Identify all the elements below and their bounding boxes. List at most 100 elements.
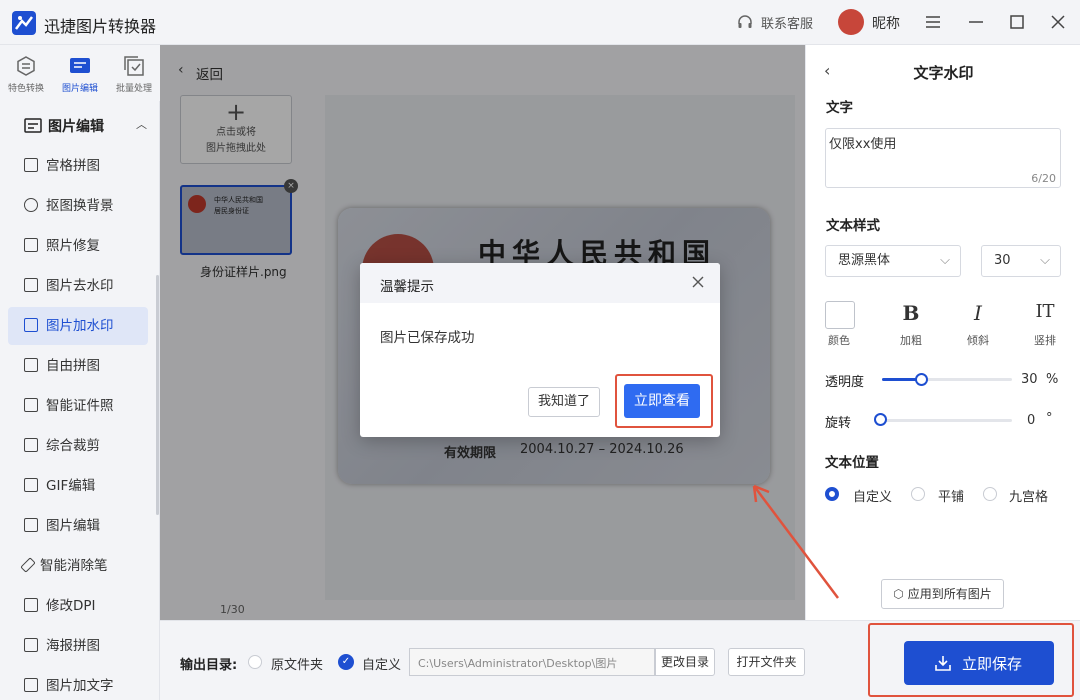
sidebar-item-label: 智能证件照 <box>46 398 114 414</box>
avatar[interactable] <box>838 9 864 35</box>
menu-icon[interactable] <box>925 15 941 29</box>
color-swatch-icon <box>825 301 855 329</box>
sidebar-item-grid-collage[interactable]: 宫格拼图 <box>8 147 148 185</box>
sidebar-item-crop[interactable]: 综合裁剪 <box>8 427 148 465</box>
tab-batch[interactable]: 批量处理 <box>108 55 160 94</box>
batch-icon <box>124 56 144 76</box>
rotation-slider[interactable] <box>882 419 1012 422</box>
download-icon <box>935 656 951 671</box>
sidebar-section-header[interactable]: 图片编辑 ︿ <box>24 115 154 137</box>
opacity-unit: % <box>1046 372 1059 387</box>
dialog-close-icon[interactable] <box>692 276 704 288</box>
sidebar: 图片编辑 ︿ 宫格拼图 抠图换背景 照片修复 图片去水印 图片加水印 自由拼图 … <box>0 101 160 700</box>
sidebar-item-label: 综合裁剪 <box>46 438 100 454</box>
poster-icon <box>24 638 38 652</box>
dialog-ok-button[interactable]: 我知道了 <box>528 387 600 417</box>
dialog-title: 温馨提示 <box>380 279 434 295</box>
sidebar-item-label: 智能消除笔 <box>40 558 108 574</box>
output-custom-label: 自定义 <box>362 658 402 673</box>
watermark-text-input[interactable]: 仅限xx使用 6/20 <box>825 128 1061 188</box>
gif-icon <box>24 478 38 492</box>
close-window-icon[interactable] <box>1051 15 1065 29</box>
minimize-icon[interactable] <box>968 15 984 29</box>
open-folder-button[interactable]: 打开文件夹 <box>728 648 805 676</box>
color-button[interactable]: 颜色 <box>825 301 855 347</box>
opacity-slider-knob[interactable] <box>915 373 928 386</box>
bold-icon: B <box>902 301 920 325</box>
sidebar-item-image-edit[interactable]: 图片编辑 <box>8 507 148 545</box>
vertical-text-label: 竖排 <box>1034 334 1056 347</box>
font-value: 思源黑体 <box>838 253 891 268</box>
sidebar-item-cutout[interactable]: 抠图换背景 <box>8 187 148 225</box>
sidebar-item-id-photo[interactable]: 智能证件照 <box>8 387 148 425</box>
grid-icon <box>24 158 38 172</box>
sidebar-item-photo-repair[interactable]: 照片修复 <box>8 227 148 265</box>
sidebar-item-eraser[interactable]: 智能消除笔 <box>8 547 148 585</box>
change-dir-button[interactable]: 更改目录 <box>655 648 715 676</box>
watermark-text-value: 仅限xx使用 <box>829 137 897 152</box>
italic-label: 倾斜 <box>967 334 989 347</box>
sidebar-item-gif-edit[interactable]: GIF编辑 <box>8 467 148 505</box>
bottom-bar: 输出目录: 原文件夹 ✓ 自定义 C:\Users\Administrator\… <box>160 620 1080 700</box>
image-icon <box>24 518 38 532</box>
remove-watermark-icon <box>24 278 38 292</box>
position-tile-label: 平铺 <box>938 490 965 505</box>
save-now-button[interactable]: 立即保存 <box>904 641 1054 685</box>
position-label: 文本位置 <box>825 455 879 471</box>
color-label: 颜色 <box>828 334 850 347</box>
bold-label: 加粗 <box>900 334 922 347</box>
add-text-icon <box>24 678 38 692</box>
dpi-icon <box>24 598 38 612</box>
position-radio-tile[interactable] <box>911 487 925 501</box>
rotation-slider-knob[interactable] <box>874 413 887 426</box>
position-custom-label: 自定义 <box>853 490 893 505</box>
left-mode-tabs: 特色转换 图片编辑 批量处理 <box>0 45 160 101</box>
tab-image-edit[interactable]: 图片编辑 <box>54 55 106 94</box>
apply-to-all-button[interactable]: ⬡ 应用到所有图片 <box>881 579 1004 609</box>
output-radio-custom-checked[interactable]: ✓ <box>338 654 354 670</box>
save-now-label: 立即保存 <box>962 655 1023 673</box>
output-original-label: 原文件夹 <box>271 658 324 673</box>
sidebar-item-remove-watermark[interactable]: 图片去水印 <box>8 267 148 305</box>
free-collage-icon <box>24 358 38 372</box>
add-watermark-icon <box>24 318 38 332</box>
view-now-button[interactable]: 立即查看 <box>624 384 700 418</box>
style-label: 文本样式 <box>826 218 880 234</box>
sidebar-item-label: 自由拼图 <box>46 358 100 374</box>
output-radio-original[interactable] <box>248 655 262 669</box>
output-path-input[interactable]: C:\Users\Administrator\Desktop\图片 <box>409 648 655 676</box>
cutout-icon <box>24 198 38 212</box>
sidebar-section-title: 图片编辑 <box>48 119 104 135</box>
text-label: 文字 <box>826 100 853 116</box>
vertical-text-icon: IT <box>1035 301 1055 322</box>
tab-feature-convert[interactable]: 特色转换 <box>0 55 52 94</box>
image-edit-section-icon <box>24 118 42 133</box>
sidebar-item-label: 图片加水印 <box>46 318 114 334</box>
sidebar-item-dpi[interactable]: 修改DPI <box>8 587 148 625</box>
sidebar-item-free-collage[interactable]: 自由拼图 <box>8 347 148 385</box>
maximize-icon[interactable] <box>1010 15 1024 29</box>
italic-button[interactable]: I 倾斜 <box>963 301 993 347</box>
tab-label: 特色转换 <box>7 84 44 94</box>
vertical-text-button[interactable]: IT 竖排 <box>1030 301 1060 347</box>
eraser-pen-icon <box>20 557 36 573</box>
id-photo-icon <box>24 398 38 412</box>
output-path-value: C:\Users\Administrator\Desktop\图片 <box>418 657 618 670</box>
apply-to-all-label: 应用到所有图片 <box>907 587 992 601</box>
user-nickname[interactable]: 昵称 <box>872 13 900 33</box>
photo-repair-icon <box>24 238 38 252</box>
tab-label: 图片编辑 <box>61 84 98 94</box>
sidebar-item-poster-collage[interactable]: 海报拼图 <box>8 627 148 665</box>
size-select[interactable]: 30 ⌵ <box>981 245 1061 277</box>
sidebar-item-label: 修改DPI <box>46 598 96 614</box>
sidebar-item-add-text[interactable]: 图片加文字 <box>8 667 148 700</box>
output-label: 输出目录: <box>180 658 238 673</box>
position-radio-grid[interactable] <box>983 487 997 501</box>
cube-icon: ⬡ <box>893 587 904 601</box>
bold-button[interactable]: B 加粗 <box>896 301 926 347</box>
title-bar: 迅捷图片转换器 联系客服 昵称 <box>0 0 1080 45</box>
rotation-unit: ° <box>1046 411 1053 426</box>
font-select[interactable]: 思源黑体 ⌵ <box>825 245 961 277</box>
sidebar-item-add-watermark[interactable]: 图片加水印 <box>8 307 148 345</box>
sidebar-scrollbar[interactable] <box>156 275 159 515</box>
